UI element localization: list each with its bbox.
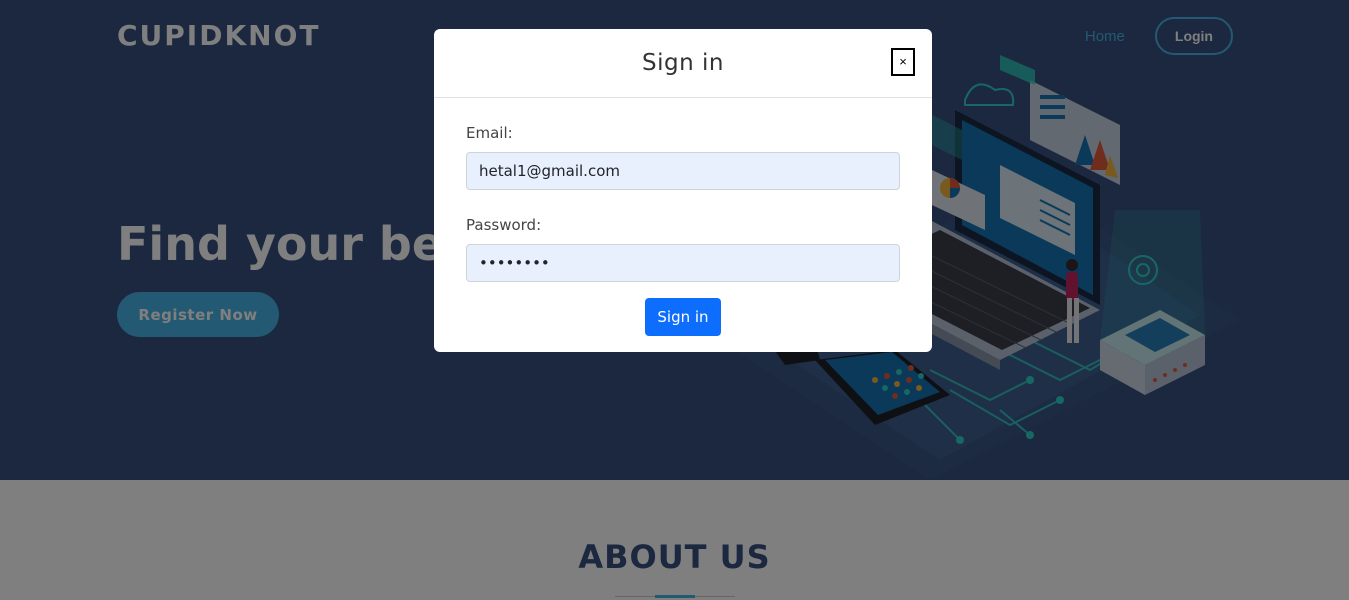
modal-title: Sign in <box>642 50 724 76</box>
password-label: Password: <box>466 216 542 234</box>
close-icon: × <box>899 54 907 69</box>
signin-modal: Sign in × Email: Password: Sign in <box>434 29 932 352</box>
close-button[interactable]: × <box>891 48 915 76</box>
page: CUPIDKNOT Home Login Find your better ha… <box>0 0 1349 600</box>
email-label: Email: <box>466 124 513 142</box>
password-field[interactable] <box>466 244 900 282</box>
email-field[interactable] <box>466 152 900 190</box>
signin-submit-button[interactable]: Sign in <box>645 298 721 336</box>
modal-header: Sign in × <box>434 29 932 98</box>
